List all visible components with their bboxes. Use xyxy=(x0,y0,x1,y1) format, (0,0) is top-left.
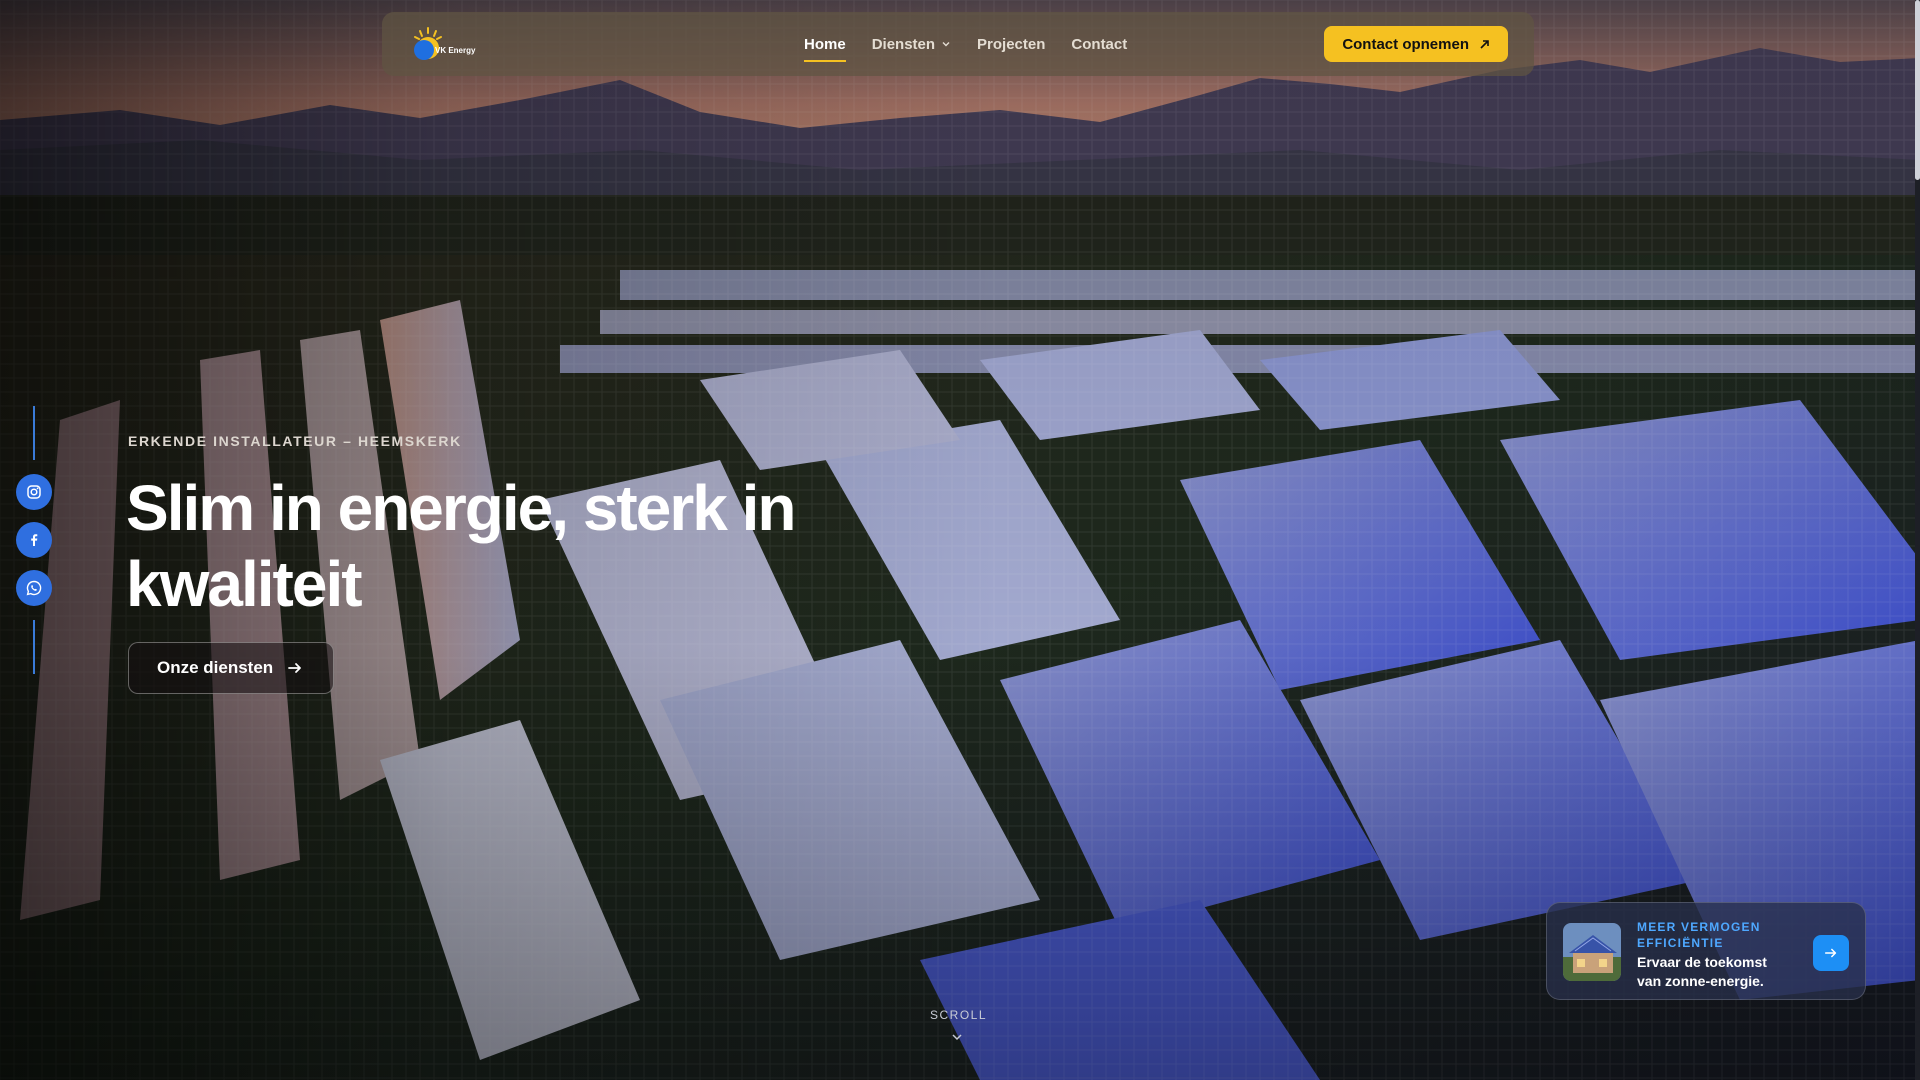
chevron-down-icon xyxy=(942,42,950,47)
social-rail-line-top xyxy=(33,406,35,460)
whatsapp-button[interactable] xyxy=(16,570,52,606)
nav-item-label: Contact xyxy=(1071,35,1128,53)
main-navigation: Home Diensten Projecten Contact xyxy=(804,12,1127,76)
onze-diensten-label: Onze diensten xyxy=(157,658,274,677)
scrollbar-thumb[interactable] xyxy=(1915,0,1920,180)
house-solar-image xyxy=(1563,923,1621,981)
nav-item-label: Home xyxy=(804,35,846,53)
facebook-icon xyxy=(31,534,38,546)
contact-opnemen-button[interactable]: Contact opnemen xyxy=(1324,26,1508,62)
nav-item-label: Diensten xyxy=(871,35,936,53)
scroll-label[interactable]: SCROLL xyxy=(930,1008,986,1022)
chevron-down-icon[interactable] xyxy=(950,1030,964,1044)
hero-headline: Slim in energie, sterk in kwaliteit xyxy=(126,472,796,620)
logo-sun-icon xyxy=(414,27,442,60)
nav-item-contact[interactable]: Contact xyxy=(1071,36,1127,53)
nav-item-home[interactable]: Home xyxy=(804,35,846,62)
promo-card[interactable]: MEER VERMOGEN EFFICIËNTIE Ervaar de toek… xyxy=(1546,902,1866,1000)
cta-label: Contact opnemen xyxy=(1342,35,1469,53)
instagram-icon xyxy=(27,485,41,499)
social-rail-line-bottom xyxy=(33,620,35,674)
site-header: VK Energy Home Diensten Projecten Contac… xyxy=(382,12,1534,76)
nav-item-diensten[interactable]: Diensten xyxy=(872,36,951,53)
nav-item-label: Projecten xyxy=(977,35,1046,53)
promo-title: Ervaar de toekomst van zonne-energie. xyxy=(1637,954,1767,989)
vk-energy-logo[interactable]: VK Energy xyxy=(408,24,476,64)
onze-diensten-button[interactable]: Onze diensten xyxy=(128,642,335,694)
instagram-button[interactable] xyxy=(16,474,52,510)
logo-text: VK Energy xyxy=(435,46,476,55)
facebook-button[interactable] xyxy=(16,522,52,558)
nav-item-projecten[interactable]: Projecten xyxy=(977,36,1045,53)
arrow-right-icon xyxy=(1824,948,1837,958)
promo-kicker: MEER VERMOGEN EFFICIËNTIE xyxy=(1637,920,1761,950)
whatsapp-icon xyxy=(26,580,42,596)
arrow-right-icon xyxy=(288,663,302,673)
hero-eyebrow: ERKENDE INSTALLATEUR – HEEMSKERK xyxy=(128,433,462,449)
house-solar-thumbnail xyxy=(1563,923,1621,981)
arrow-up-right-icon xyxy=(1480,39,1489,49)
promo-arrow-button[interactable] xyxy=(1813,935,1849,971)
